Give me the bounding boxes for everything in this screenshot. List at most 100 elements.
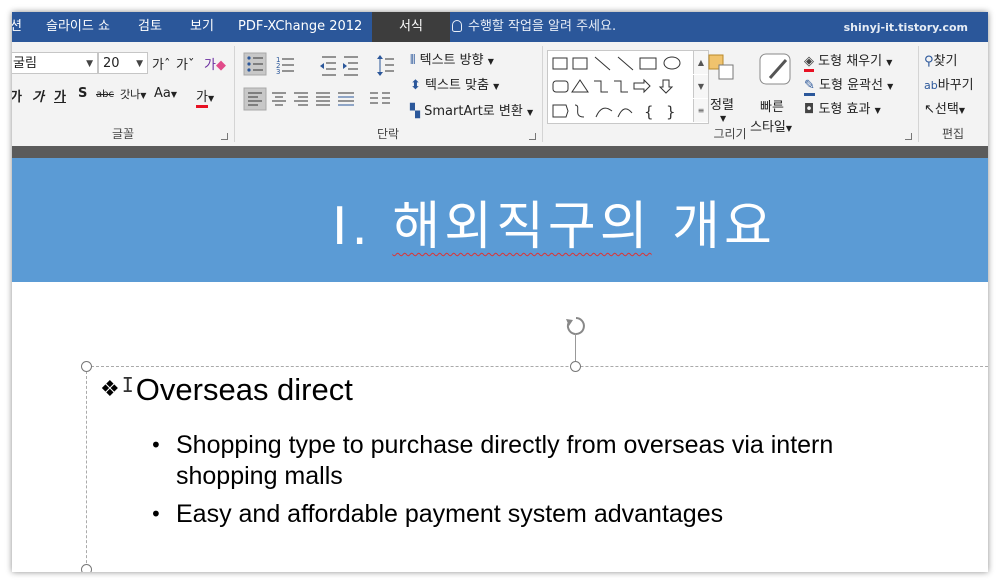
arrange-button[interactable] — [706, 52, 740, 90]
change-case-button[interactable]: Aa▼ — [154, 86, 177, 101]
pentagon-shape-icon[interactable] — [552, 104, 569, 118]
title-suffix: 개요 — [651, 197, 776, 257]
replace-label: 바꾸기 — [937, 78, 974, 93]
grow-font-button[interactable]: 가ˆ — [152, 54, 170, 73]
rotate-handle-icon[interactable] — [565, 315, 587, 337]
drawing-group-label: 그리기 — [713, 127, 747, 141]
svg-text:3: 3 — [276, 68, 280, 76]
bold-button[interactable]: 가 — [12, 86, 22, 105]
tab-pdf-xchange[interactable]: PDF-XChange 2012 — [238, 12, 362, 42]
drawing-dialog-launcher-icon[interactable] — [905, 133, 912, 140]
paragraph-dialog-launcher-icon[interactable] — [529, 133, 536, 140]
quick-styles-label-2-text: 스타일 — [750, 120, 786, 135]
resize-handle-top-left[interactable] — [81, 361, 92, 372]
numbering-icon[interactable]: 1 2 3 — [276, 56, 294, 76]
font-color-button[interactable]: 가▼ — [196, 86, 215, 108]
font-dialog-launcher-icon[interactable] — [221, 133, 228, 140]
tab-view[interactable]: 보기 — [190, 12, 214, 42]
arrange-label: 정렬 — [710, 98, 734, 113]
bullet-1-continuation[interactable]: shopping malls — [176, 461, 343, 492]
bullet-dot-icon: • — [150, 433, 162, 457]
tab-format[interactable]: 서식 — [372, 12, 450, 42]
down-arrow-shape-icon[interactable] — [658, 79, 674, 94]
shape-fill-button[interactable]: ◈ 도형 채우기 ▼ — [804, 50, 893, 72]
font-size-select[interactable]: 20 ▼ — [98, 52, 148, 74]
vertical-textbox-shape-icon[interactable] — [572, 57, 588, 70]
rectangle-shape-icon[interactable] — [639, 57, 657, 70]
underline-button[interactable]: 가 — [54, 86, 66, 105]
right-arrow-shape-icon[interactable] — [633, 78, 651, 94]
find-button[interactable]: ⚲찾기 — [924, 50, 957, 69]
find-label: 찾기 — [933, 54, 958, 69]
replace-button[interactable]: ab바꾸기 — [924, 74, 974, 93]
elbow-arrow-shape-icon[interactable] — [614, 80, 628, 93]
align-center-icon[interactable] — [272, 92, 286, 106]
shapes-icons: { } — [552, 56, 681, 121]
shadow-button[interactable]: S — [78, 86, 87, 101]
ruler-strip — [12, 146, 988, 158]
gallery-expand-icon[interactable]: ≡ — [693, 99, 708, 122]
decrease-indent-icon[interactable] — [320, 56, 336, 76]
resize-handle-bottom-left[interactable] — [81, 564, 92, 572]
text-direction-button[interactable]: ⫴ 텍스트 방향 ▼ — [410, 49, 494, 68]
tell-me-text: 수행할 작업을 알려 주세요. — [468, 19, 617, 34]
tell-me-search[interactable]: 수행할 작업을 알려 주세요. — [452, 12, 616, 42]
textbox-shape-icon[interactable] — [552, 57, 568, 70]
quick-styles-button[interactable] — [756, 48, 796, 94]
columns-icon[interactable] — [370, 92, 390, 104]
arrow-line-shape-icon[interactable] — [617, 56, 634, 71]
shape-effects-button[interactable]: ◘ 도형 효과 ▼ — [804, 98, 881, 117]
line-shape-icon[interactable] — [594, 56, 611, 71]
chevron-down-icon: ▼ — [170, 90, 178, 99]
cursor-arrow-icon: ↖ — [924, 102, 935, 117]
shape-effects-label: 도형 효과 — [818, 102, 871, 117]
arc-shape-icon[interactable] — [595, 107, 613, 118]
curve-shape-icon[interactable] — [574, 104, 585, 118]
shape-fill-label: 도형 채우기 — [818, 54, 883, 69]
chevron-down-icon: ▼ — [207, 94, 215, 103]
smartart-button[interactable]: ▚ SmartArt로 변환 ▼ — [410, 100, 533, 119]
bullets-icon[interactable] — [243, 52, 267, 76]
left-brace-shape-icon[interactable]: { — [644, 103, 654, 121]
font-name-select[interactable]: 굴림 ▼ — [12, 52, 98, 74]
shrink-font-button[interactable]: 가ˇ — [176, 54, 194, 73]
line-spacing-icon[interactable] — [377, 55, 394, 76]
watermark-text: shinyj-it.tistory.com — [843, 21, 968, 34]
paragraph-group-label: 단락 — [376, 127, 400, 141]
tab-review[interactable]: 검토 — [138, 12, 162, 42]
align-text-button[interactable]: ⬍ 텍스트 맞춤 ▼ — [410, 74, 499, 93]
tab-design-partial[interactable]: 션 — [12, 12, 22, 42]
title-banner: Ⅰ. 해외직구의 개요 — [12, 158, 988, 282]
resize-handle-top-center[interactable] — [570, 361, 581, 372]
chevron-down-icon[interactable]: ▼ — [720, 114, 726, 123]
character-spacing-button[interactable]: 갓나▼ — [120, 86, 146, 102]
smartart-icon: ▚ — [410, 104, 420, 119]
triangle-shape-icon[interactable] — [571, 79, 589, 93]
align-left-icon[interactable] — [243, 87, 267, 111]
select-label: 선택 — [934, 102, 959, 117]
justify-icon[interactable] — [316, 92, 330, 106]
slide-canvas[interactable]: Ⅰ. 해외직구의 개요 ❖ IOverseas direct • Shopping… — [12, 158, 988, 572]
rounded-rect-shape-icon[interactable] — [552, 80, 569, 93]
strikethrough-button[interactable]: abc — [96, 89, 114, 100]
distributed-icon[interactable] — [338, 92, 354, 106]
freeform-shape-icon[interactable] — [617, 108, 633, 118]
level1-paragraph[interactable]: ❖ IOverseas direct — [100, 372, 353, 408]
bullet-2-text[interactable]: Easy and affordable payment system advan… — [176, 499, 723, 530]
tab-slideshow[interactable]: 슬라이드 쇼 — [46, 12, 110, 42]
shape-outline-button[interactable]: ✎ 도형 윤곽선 ▼ — [804, 74, 893, 96]
chevron-down-icon: ▼ — [886, 58, 893, 67]
select-button[interactable]: ↖선택▼ — [924, 98, 965, 117]
oval-shape-icon[interactable] — [663, 56, 681, 70]
elbow-connector-shape-icon[interactable] — [594, 80, 608, 93]
paint-bucket-icon: ◈ — [804, 54, 814, 72]
clear-format-button[interactable]: 가◆ — [204, 54, 226, 73]
increase-indent-icon[interactable] — [343, 56, 358, 76]
text-cursor-icon: I — [121, 373, 134, 397]
shapes-gallery[interactable]: { } ▲ ▼ ≡ — [547, 50, 709, 124]
right-brace-shape-icon[interactable]: } — [666, 103, 676, 121]
align-right-icon[interactable] — [294, 92, 308, 106]
bullet-1-text[interactable]: Shopping type to purchase directly from … — [176, 430, 833, 461]
slide-title[interactable]: Ⅰ. 해외직구의 개요 — [332, 184, 776, 259]
italic-button[interactable]: 가 — [32, 86, 44, 105]
